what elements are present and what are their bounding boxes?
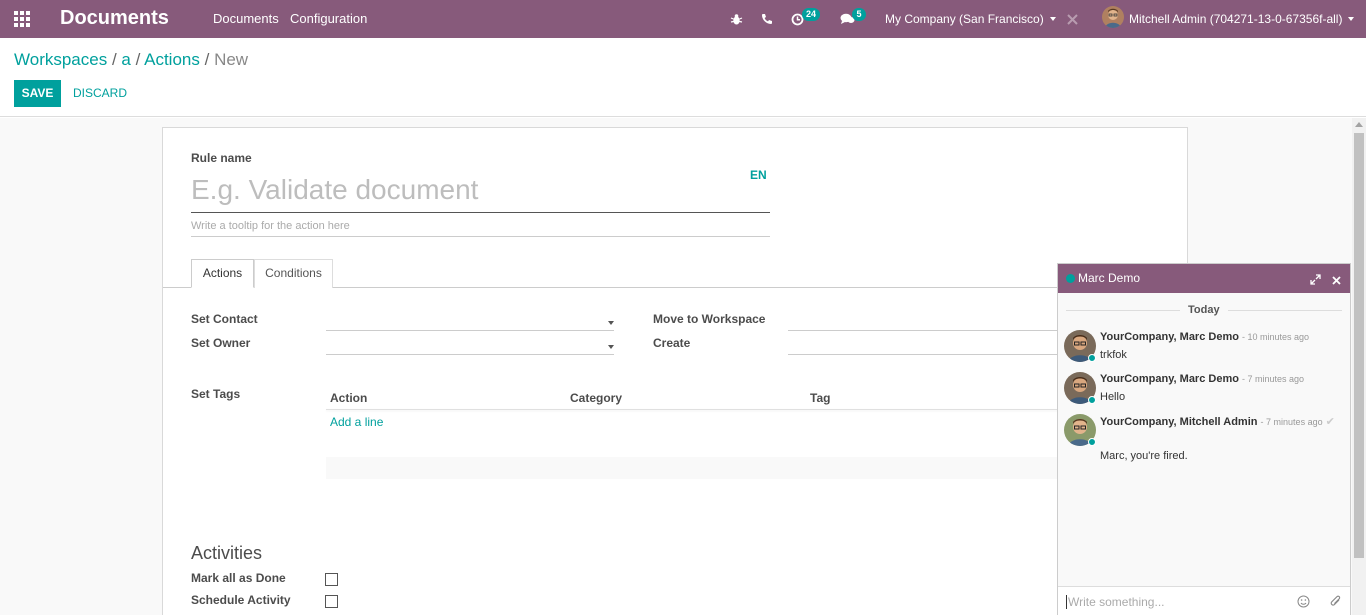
language-button[interactable]: EN xyxy=(750,168,767,182)
message-body: trkfok xyxy=(1100,349,1127,361)
column-header-tag[interactable]: Tag xyxy=(810,391,830,405)
message-body: Marc, you're fired. xyxy=(1100,450,1188,462)
create-label: Create xyxy=(653,336,691,350)
breadcrumb-workspace-a[interactable]: a xyxy=(121,50,130,69)
message-time: - 10 minutes ago xyxy=(1242,332,1310,342)
company-switcher[interactable]: My Company (San Francisco) xyxy=(885,0,1056,38)
menu-documents[interactable]: Documents xyxy=(213,11,279,26)
tab-conditions[interactable]: Conditions xyxy=(254,259,333,288)
debug-bug-icon[interactable] xyxy=(730,0,743,38)
move-to-workspace-select[interactable] xyxy=(788,313,1058,331)
tooltip-input[interactable]: Write a tooltip for the action here xyxy=(191,216,770,237)
chat-composer: Write something... xyxy=(1058,586,1350,615)
page-scrollbar[interactable] xyxy=(1352,118,1366,615)
online-status-icon xyxy=(1088,396,1096,404)
set-contact-select[interactable] xyxy=(326,313,614,331)
set-owner-select[interactable] xyxy=(326,337,614,355)
breadcrumb-new: New xyxy=(214,50,249,69)
chat-window: Marc Demo Today YourCompany, Marc Demo -… xyxy=(1057,263,1351,615)
user-avatar[interactable] xyxy=(1102,6,1124,28)
move-to-workspace-label: Move to Workspace xyxy=(653,312,766,326)
save-button[interactable]: SAVE xyxy=(14,80,61,107)
author-name[interactable]: YourCompany, Marc Demo xyxy=(1100,331,1239,343)
breadcrumb-actions[interactable]: Actions xyxy=(144,50,200,69)
schedule-activity-label: Schedule Activity xyxy=(191,593,291,607)
messages-icon[interactable] xyxy=(840,0,855,38)
message-author: YourCompany, Marc Demo - 7 minutes ago xyxy=(1100,373,1304,385)
top-navbar: Documents Documents Configuration 24 5 M… xyxy=(0,0,1366,38)
menu-configuration[interactable]: Configuration xyxy=(290,11,367,26)
author-name[interactable]: YourCompany, Mitchell Admin xyxy=(1100,416,1257,428)
breadcrumb: Workspaces / a / Actions / New xyxy=(14,50,248,70)
online-status-icon xyxy=(1088,438,1096,446)
column-header-action[interactable]: Action xyxy=(330,391,367,405)
online-status-icon xyxy=(1088,354,1096,362)
chat-thread: Today YourCompany, Marc Demo - 10 minute… xyxy=(1058,293,1350,586)
close-chat-icon[interactable] xyxy=(1332,273,1341,288)
set-owner-label: Set Owner xyxy=(191,336,251,350)
emoji-icon[interactable] xyxy=(1297,595,1310,611)
breadcrumb-workspaces[interactable]: Workspaces xyxy=(14,50,107,69)
close-icon[interactable] xyxy=(1067,0,1078,38)
user-menu[interactable]: Mitchell Admin (704271-13-0-67356f-all) xyxy=(1129,0,1355,38)
add-a-line-link[interactable]: Add a line xyxy=(330,415,383,429)
create-select[interactable] xyxy=(788,337,1058,355)
breadcrumb-separator: / xyxy=(135,50,145,69)
set-tags-label: Set Tags xyxy=(191,387,241,401)
chat-header[interactable]: Marc Demo xyxy=(1058,264,1350,293)
rule-name-input[interactable]: E.g. Validate document xyxy=(191,172,770,213)
apps-menu-icon[interactable] xyxy=(14,11,30,27)
breadcrumb-separator: / xyxy=(111,50,122,69)
scrollbar-thumb[interactable] xyxy=(1354,133,1364,558)
message-body: Hello xyxy=(1100,391,1126,403)
discard-button[interactable]: DISCARD xyxy=(73,86,127,100)
activity-clock-icon[interactable] xyxy=(791,0,804,38)
rule-name-label: Rule name xyxy=(191,151,252,165)
date-separator: Today xyxy=(1180,304,1228,316)
phone-icon[interactable] xyxy=(761,0,773,38)
control-panel: Workspaces / a / Actions / New SAVE DISC… xyxy=(0,38,1366,117)
tab-actions[interactable]: Actions xyxy=(191,259,254,288)
set-contact-label: Set Contact xyxy=(191,312,258,326)
message-time: - 7 minutes ago xyxy=(1242,374,1305,384)
chevron-down-icon xyxy=(1348,17,1355,21)
author-name[interactable]: YourCompany, Marc Demo xyxy=(1100,373,1239,385)
company-name: My Company (San Francisco) xyxy=(885,12,1044,26)
scroll-up-arrow-icon[interactable] xyxy=(1355,122,1363,127)
schedule-activity-checkbox[interactable] xyxy=(325,595,338,608)
message-author: YourCompany, Mitchell Admin - 7 minutes … xyxy=(1100,415,1335,428)
chevron-down-icon xyxy=(608,345,614,349)
activities-section-title: Activities xyxy=(191,543,263,563)
message-input[interactable]: Write something... xyxy=(1066,595,1164,609)
mark-all-done-checkbox[interactable] xyxy=(325,573,338,586)
form-sheet: Rule name E.g. Validate document EN Writ… xyxy=(162,127,1189,615)
chevron-down-icon xyxy=(1049,17,1056,21)
chat-title[interactable]: Marc Demo xyxy=(1078,271,1140,285)
message-author: YourCompany, Marc Demo - 10 minutes ago xyxy=(1100,331,1309,343)
user-name: Mitchell Admin (704271-13-0-67356f-all) xyxy=(1129,12,1343,26)
column-header-category[interactable]: Category xyxy=(570,391,622,405)
activity-count-badge: 24 xyxy=(802,8,821,21)
app-title[interactable]: Documents xyxy=(60,7,169,30)
message-time: - 7 minutes ago xyxy=(1260,417,1323,427)
expand-icon[interactable] xyxy=(1310,273,1321,288)
seen-check-icon: ✔ xyxy=(1325,416,1335,428)
paperclip-icon[interactable] xyxy=(1330,595,1342,611)
message-count-badge: 5 xyxy=(852,8,866,21)
mark-all-done-label: Mark all as Done xyxy=(191,571,286,585)
chevron-down-icon xyxy=(608,321,614,325)
online-status-icon xyxy=(1066,274,1075,283)
breadcrumb-separator: / xyxy=(204,50,215,69)
